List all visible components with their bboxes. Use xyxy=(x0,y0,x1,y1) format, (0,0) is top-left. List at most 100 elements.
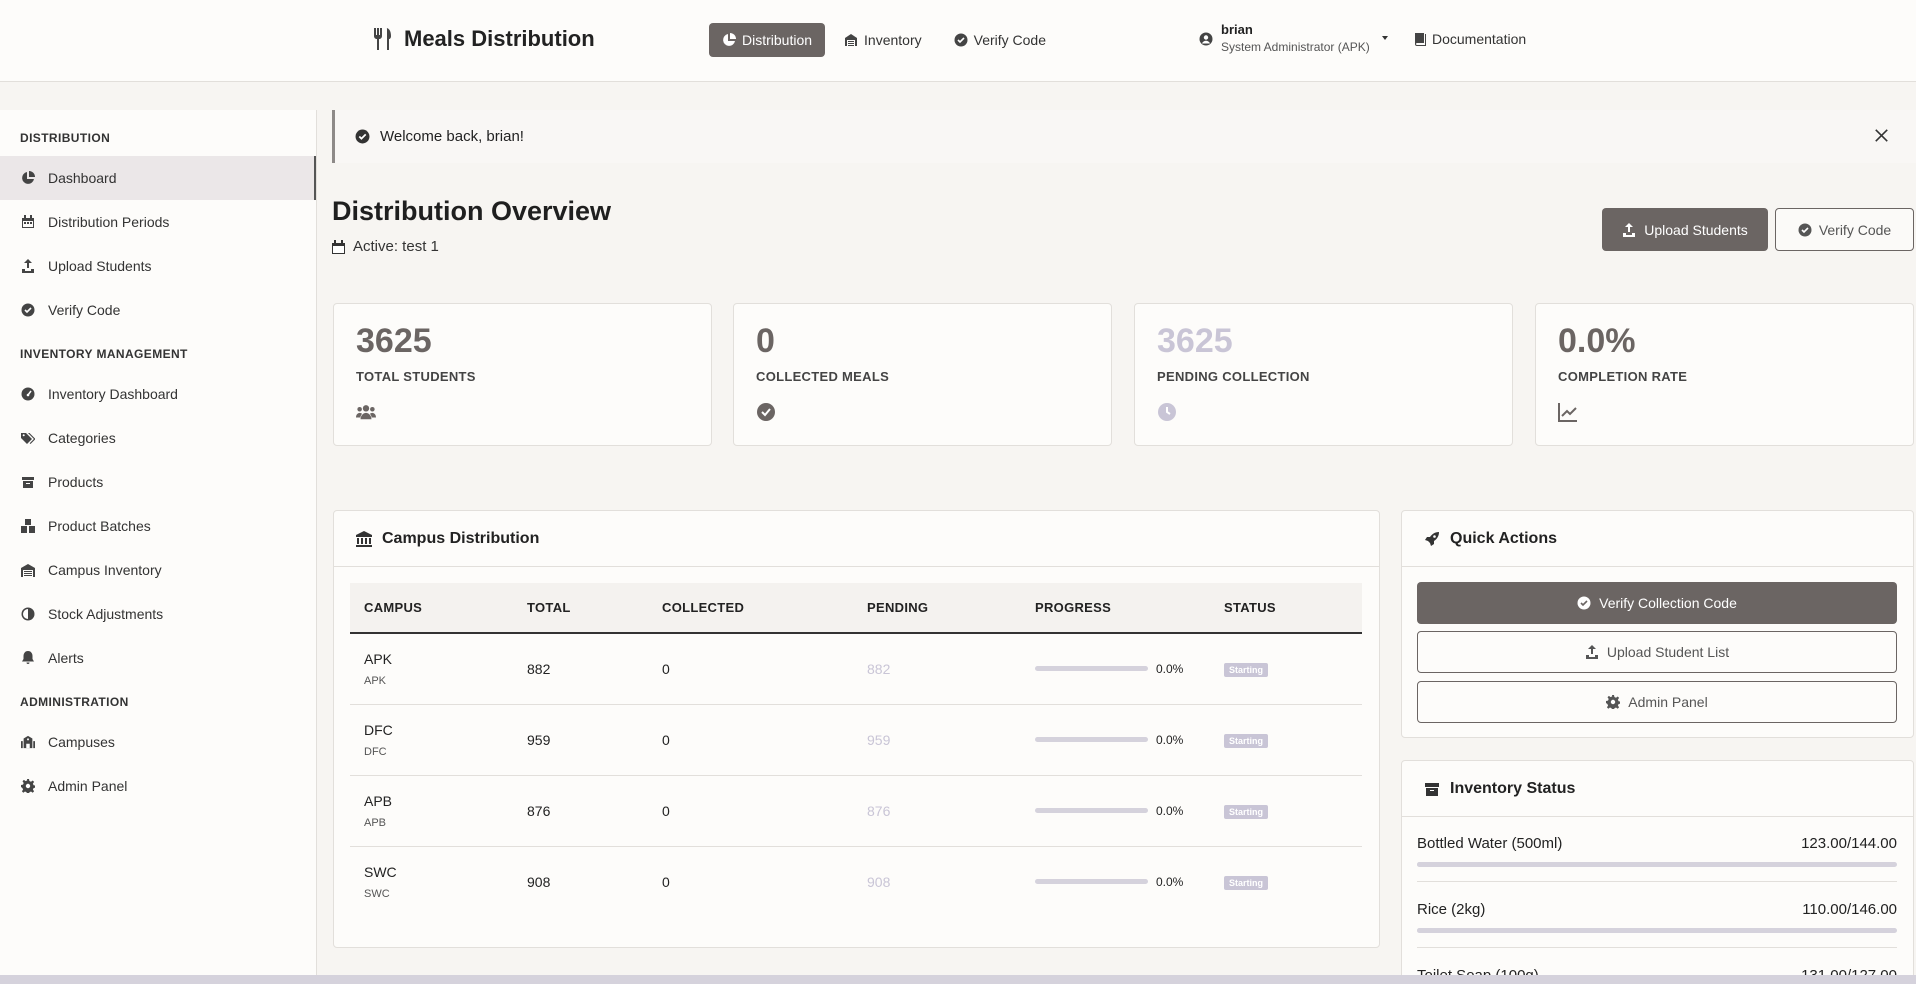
sidebar-item-product-batches[interactable]: Product Batches xyxy=(0,504,316,548)
university-icon xyxy=(356,530,372,547)
total-cell: 882 xyxy=(527,660,551,677)
total-cell: 908 xyxy=(527,873,551,890)
verify-collection-code-button[interactable]: Verify Collection Code xyxy=(1417,582,1897,624)
sidebar-item-upload-students[interactable]: Upload Students xyxy=(0,244,316,288)
pending-cell: 908 xyxy=(867,873,891,890)
user-menu[interactable]: brian System Administrator (APK) xyxy=(1199,22,1388,54)
sidebar-item-dashboard[interactable]: Dashboard xyxy=(0,156,316,200)
sidebar-item-label: Dashboard xyxy=(48,170,117,186)
progress: 0.0% xyxy=(1035,804,1210,818)
stat-card-total-students: 3625 TOTAL STUDENTS xyxy=(333,303,712,446)
inventory-progress-bar xyxy=(1417,862,1897,867)
check-circle-icon xyxy=(355,129,370,144)
campus-distribution-title: Campus Distribution xyxy=(382,529,540,547)
table-row[interactable]: DFC DFC 959 0 959 0.0% Starting xyxy=(350,704,1362,775)
sidebar-item-stock-adjustments[interactable]: Stock Adjustments xyxy=(0,592,316,636)
table-row[interactable]: APK APK 882 0 882 0.0% Starting xyxy=(350,633,1362,704)
box-icon xyxy=(1425,782,1439,796)
campus-name: SWC xyxy=(364,863,397,880)
admin-panel-button[interactable]: Admin Panel xyxy=(1417,681,1897,723)
upload-icon xyxy=(1585,645,1598,659)
inventory-progress-fill xyxy=(1417,928,1779,933)
check-circle-icon xyxy=(21,303,35,317)
sidebar-item-alerts[interactable]: Alerts xyxy=(0,636,316,680)
top-navbar: Meals Distribution Distribution Inventor… xyxy=(0,0,1916,82)
column-header[interactable]: CAMPUS xyxy=(350,583,513,633)
stat-label: COLLECTED MEALS xyxy=(756,369,890,384)
progress: 0.0% xyxy=(1035,875,1210,889)
progress-percent: 0.0% xyxy=(1156,874,1184,889)
sidebar-item-distribution-periods[interactable]: Distribution Periods xyxy=(0,200,316,244)
nav-verify-code[interactable]: Verify Code xyxy=(941,23,1059,57)
column-header[interactable]: TOTAL xyxy=(513,583,648,633)
check-circle-icon xyxy=(1577,596,1591,610)
horizontal-scrollbar[interactable] xyxy=(0,975,1916,984)
sidebar-item-verify-code[interactable]: Verify Code xyxy=(0,288,316,332)
alert-message: Welcome back, brian! xyxy=(380,128,524,145)
tags-icon xyxy=(21,433,35,444)
quick-actions-card: Quick Actions Verify Collection Code Upl… xyxy=(1401,510,1914,738)
quick-actions-header: Quick Actions xyxy=(1402,511,1913,567)
column-header[interactable]: PENDING xyxy=(853,583,1021,633)
stat-card-collected-meals: 0 COLLECTED MEALS xyxy=(733,303,1112,446)
sidebar: DISTRIBUTION Dashboard Distribution Peri… xyxy=(0,110,317,984)
boxes-icon xyxy=(21,519,35,533)
brand[interactable]: Meals Distribution xyxy=(372,26,595,52)
progress-bar xyxy=(1035,808,1148,813)
campus-distribution-header: Campus Distribution xyxy=(334,511,1379,567)
admin-panel-label: Admin Panel xyxy=(1628,694,1708,710)
table-row[interactable]: SWC SWC 908 0 908 0.0% Starting xyxy=(350,846,1362,917)
documentation-link[interactable]: Documentation xyxy=(1414,31,1526,47)
sidebar-item-admin-panel[interactable]: Admin Panel xyxy=(0,764,316,808)
active-period: Active: test 1 xyxy=(332,238,439,255)
close-icon[interactable] xyxy=(1874,128,1889,143)
user-circle-icon xyxy=(1199,32,1213,46)
collected-cell: 0 xyxy=(662,802,670,819)
user-name: brian xyxy=(1221,22,1253,37)
upload-student-list-button[interactable]: Upload Student List xyxy=(1417,631,1897,673)
column-header[interactable]: STATUS xyxy=(1210,583,1362,633)
brand-title: Meals Distribution xyxy=(404,26,595,51)
quick-actions-title: Quick Actions xyxy=(1450,529,1557,547)
upload-student-list-label: Upload Student List xyxy=(1606,644,1730,660)
column-header[interactable]: PROGRESS xyxy=(1021,583,1210,633)
nav-inventory-label: Inventory xyxy=(864,32,922,48)
warehouse-icon xyxy=(21,564,35,577)
campus-code: DFC xyxy=(364,745,387,758)
status-badge: Starting xyxy=(1224,663,1269,678)
campus-name: DFC xyxy=(364,721,393,738)
warehouse-icon xyxy=(845,34,858,46)
verify-collection-code-label: Verify Collection Code xyxy=(1599,595,1737,611)
users-icon xyxy=(356,405,376,420)
collected-cell: 0 xyxy=(662,873,670,890)
bell-icon xyxy=(22,651,34,664)
table-row[interactable]: APB APB 876 0 876 0.0% Starting xyxy=(350,775,1362,846)
upload-students-button[interactable]: Upload Students xyxy=(1602,208,1768,251)
calendar-icon xyxy=(332,239,345,254)
sidebar-item-campuses[interactable]: Campuses xyxy=(0,720,316,764)
campus-distribution-card: Campus Distribution CAMPUS TOTAL COLLECT… xyxy=(333,510,1380,948)
gear-icon xyxy=(1606,695,1621,709)
verify-code-button[interactable]: Verify Code xyxy=(1775,208,1914,251)
inventory-item: Rice (2kg) 110.00/146.00 xyxy=(1417,901,1897,933)
column-header[interactable]: COLLECTED xyxy=(648,583,853,633)
sidebar-item-inventory-dashboard[interactable]: Inventory Dashboard xyxy=(0,372,316,416)
stat-value: 0.0% xyxy=(1558,322,1636,360)
sidebar-section-inventory: INVENTORY MANAGEMENT xyxy=(20,347,188,361)
nav-inventory[interactable]: Inventory xyxy=(831,23,935,57)
sidebar-item-label: Campuses xyxy=(48,734,115,750)
progress-percent: 0.0% xyxy=(1156,661,1184,676)
divider xyxy=(1417,947,1897,948)
sidebar-item-products[interactable]: Products xyxy=(0,460,316,504)
sidebar-item-label: Products xyxy=(48,474,104,490)
check-circle-icon xyxy=(954,33,968,47)
sidebar-item-campus-inventory[interactable]: Campus Inventory xyxy=(0,548,316,592)
sidebar-item-label: Admin Panel xyxy=(48,778,128,794)
sidebar-item-label: Categories xyxy=(48,430,116,446)
inventory-item-name: Rice (2kg) xyxy=(1417,901,1486,918)
sidebar-section-distribution: DISTRIBUTION xyxy=(20,131,111,145)
inventory-progress-fill xyxy=(1417,862,1827,867)
nav-distribution[interactable]: Distribution xyxy=(709,23,826,57)
sidebar-item-categories[interactable]: Categories xyxy=(0,416,316,460)
user-role: System Administrator (APK) xyxy=(1221,40,1370,54)
